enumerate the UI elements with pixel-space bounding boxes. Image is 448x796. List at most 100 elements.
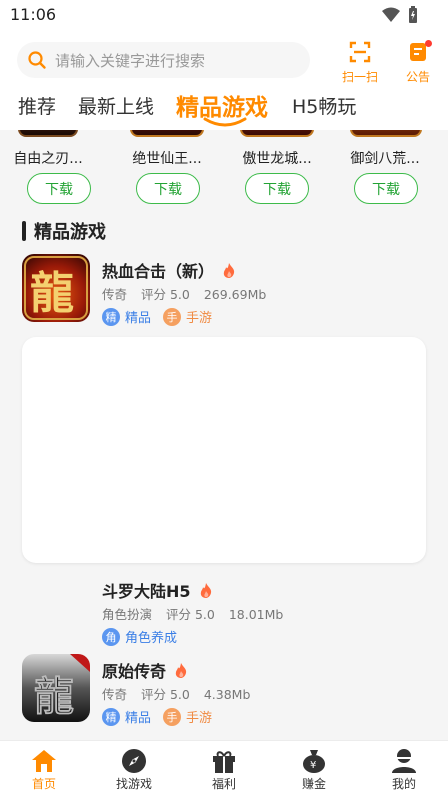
- tab-recommend[interactable]: 推荐: [18, 92, 56, 119]
- tag-badge: 手: [163, 707, 182, 726]
- battery-icon: [409, 6, 417, 23]
- game-size: 18.01Mb: [228, 607, 284, 622]
- hot-game-name: 御剑八荒...: [350, 151, 420, 167]
- section-title-text: 精品游戏: [34, 222, 106, 243]
- ad-banner-card[interactable]: [22, 337, 426, 563]
- game-meta: 传奇 评分 5.0 4.38Mb: [102, 684, 260, 703]
- tag-featured: 精精品: [102, 707, 151, 726]
- search-icon: [28, 51, 46, 69]
- tag-badge: 手: [163, 307, 182, 326]
- game-title: 原始传奇: [102, 662, 167, 681]
- tab-new[interactable]: 最新上线: [78, 92, 154, 119]
- user-icon: [392, 749, 416, 773]
- game-tags: 角角色养成: [102, 627, 177, 646]
- game-meta: 角色扮演 评分 5.0 18.01Mb: [102, 604, 293, 623]
- money-bag-icon: ¥: [303, 750, 325, 773]
- game-genre: 传奇: [102, 287, 128, 302]
- nav-label: 我的: [391, 777, 416, 791]
- status-time: 11:06: [10, 5, 57, 24]
- game-list-item[interactable]: 龍 热血合击（新） 传奇 评分 5.0 269.69Mb 精精品 手手游: [0, 254, 448, 334]
- nav-find-games[interactable]: 找游戏: [104, 747, 164, 792]
- nav-mine[interactable]: 我的: [374, 747, 434, 792]
- tag-badge: 精: [102, 307, 120, 326]
- search-placeholder: 请输入关键字进行搜索: [55, 51, 206, 70]
- bottom-nav: 首页 找游戏 福利 ¥ 赚金 我的: [0, 740, 448, 796]
- fire-icon: [175, 662, 187, 678]
- svg-text:龍: 龍: [34, 673, 74, 720]
- tag-label: 精品: [125, 311, 152, 326]
- category-tabs: 推荐 最新上线 精品游戏 H5畅玩: [0, 88, 448, 128]
- game-tags: 精精品 手手游: [102, 307, 212, 326]
- game-list-item[interactable]: 龍 原始传奇 传奇 评分 5.0 4.38Mb 精精品 手手游: [0, 654, 448, 734]
- wifi-icon: [382, 7, 400, 22]
- game-title: 斗罗大陆H5: [102, 582, 191, 601]
- game-rating: 评分 5.0: [141, 687, 190, 702]
- tag-mobile: 手手游: [163, 707, 212, 726]
- hot-game-name: 傲世龙城...: [242, 151, 312, 167]
- tag-label: 手游: [186, 711, 213, 726]
- game-size: 269.69Mb: [203, 287, 267, 302]
- game-icon: 龍: [22, 654, 90, 722]
- scan-button[interactable]: 扫一扫: [338, 40, 382, 85]
- game-size: 4.38Mb: [203, 687, 251, 702]
- game-name: 热血合击（新）: [102, 258, 236, 282]
- tag-label: 角色养成: [125, 631, 178, 646]
- tag-badge: 角: [102, 627, 120, 646]
- download-button[interactable]: 下载: [354, 173, 418, 204]
- tab-active-indicator: [203, 117, 247, 127]
- game-icon: 龍: [22, 254, 90, 322]
- top-bar: 请输入关键字进行搜索 扫一扫 公告 推荐 最新上线 精品游戏 H5畅玩: [0, 30, 448, 130]
- game-thumbnail: [350, 130, 422, 137]
- nav-label: 福利: [211, 777, 236, 791]
- nav-label: 赚金: [301, 777, 326, 791]
- svg-text:¥: ¥: [310, 760, 316, 771]
- system-icons: [382, 6, 418, 24]
- svg-text:龍: 龍: [30, 268, 74, 319]
- search-input[interactable]: 请输入关键字进行搜索: [17, 42, 310, 78]
- game-list-item[interactable]: 斗罗大陆H5 角色扮演 评分 5.0 18.01Mb 角角色养成: [0, 574, 448, 654]
- tag-role: 角角色养成: [102, 627, 177, 646]
- nav-label: 找游戏: [115, 777, 152, 791]
- tab-h5[interactable]: H5畅玩: [292, 92, 356, 119]
- game-name: 斗罗大陆H5: [102, 578, 213, 602]
- game-meta: 传奇 评分 5.0 269.69Mb: [102, 284, 276, 303]
- tag-mobile: 手手游: [163, 307, 212, 326]
- scan-icon: [349, 41, 371, 63]
- nav-label: 首页: [31, 777, 56, 791]
- game-title: 热血合击（新）: [102, 262, 215, 281]
- game-rating: 评分 5.0: [166, 607, 215, 622]
- nav-welfare[interactable]: 福利: [194, 747, 254, 792]
- game-rating: 评分 5.0: [141, 287, 190, 302]
- game-thumbnail: [18, 130, 78, 137]
- section-bar: [22, 221, 26, 241]
- nav-earn[interactable]: ¥ 赚金: [284, 747, 344, 792]
- compass-icon: [122, 749, 146, 773]
- fire-icon: [200, 582, 211, 598]
- download-button[interactable]: 下载: [27, 173, 91, 204]
- hot-game-name: 自由之刃...: [13, 151, 83, 167]
- hot-game-name: 绝世仙王...: [132, 151, 202, 167]
- home-icon: [32, 750, 56, 772]
- download-button[interactable]: 下载: [136, 173, 200, 204]
- tag-featured: 精精品: [102, 307, 151, 326]
- section-title: 精品游戏: [22, 218, 106, 244]
- status-bar: 11:06: [0, 0, 448, 30]
- game-tags: 精精品 手手游: [102, 707, 212, 726]
- tag-badge: 精: [102, 707, 120, 726]
- scan-label: 扫一扫: [341, 70, 378, 84]
- main-content[interactable]: 自由之刃... 下载 绝世仙王... 下载 傲世龙城... 下载 御剑八荒...…: [0, 130, 448, 740]
- tag-label: 手游: [186, 311, 213, 326]
- notice-label: 公告: [405, 70, 430, 84]
- fire-icon: [223, 262, 235, 278]
- game-genre: 传奇: [102, 687, 128, 702]
- notice-button[interactable]: 公告: [396, 40, 440, 85]
- notice-badge-dot: [425, 40, 432, 47]
- nav-home[interactable]: 首页: [14, 747, 74, 792]
- download-button[interactable]: 下载: [245, 173, 309, 204]
- game-thumbnail: [240, 130, 314, 137]
- gift-icon: [213, 751, 235, 773]
- tag-label: 精品: [125, 711, 152, 726]
- game-thumbnail: [130, 130, 204, 137]
- game-name: 原始传奇: [102, 658, 188, 682]
- game-genre: 角色扮演: [102, 607, 153, 622]
